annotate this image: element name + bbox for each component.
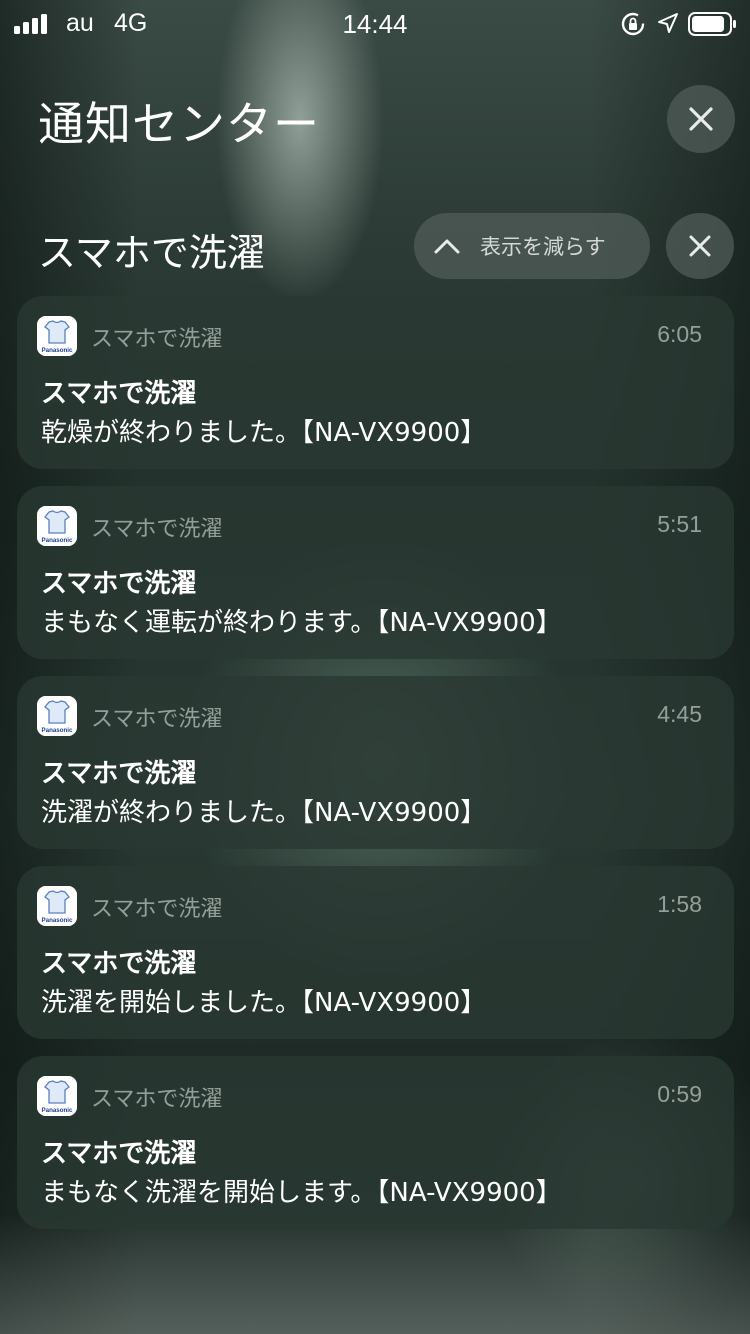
svg-text:Panasonic: Panasonic [42, 347, 74, 354]
app-name: スマホで洗濯 [91, 707, 223, 732]
notification-body: 洗濯が終わりました。【NA-VX9900】 [41, 798, 487, 828]
notification-body: 乾燥が終わりました。【NA-VX9900】 [41, 418, 487, 448]
chevron-up-icon [434, 239, 460, 254]
svg-text:Panasonic: Panasonic [42, 727, 74, 734]
notification-time: 5:51 [657, 511, 702, 537]
notification-time: 1:58 [657, 891, 702, 917]
orientation-lock-icon [621, 12, 645, 36]
notification-center-title: 通知センター [38, 97, 320, 151]
notification-card[interactable]: Panasonic スマホで洗濯 5:51 スマホで洗濯 まもなく運転が終わりま… [17, 486, 734, 659]
notification-title: スマホで洗濯 [41, 759, 197, 789]
notification-title: スマホで洗濯 [41, 569, 197, 599]
panasonic-app-icon: Panasonic [37, 506, 77, 546]
location-arrow-icon [658, 13, 678, 33]
notification-title: スマホで洗濯 [41, 949, 197, 979]
app-name: スマホで洗濯 [91, 327, 223, 352]
close-icon [689, 235, 711, 257]
group-title: スマホで洗濯 [38, 231, 265, 275]
notification-time: 0:59 [657, 1081, 702, 1107]
show-less-button[interactable]: 表示を減らす [414, 213, 650, 279]
panasonic-app-icon: Panasonic [37, 696, 77, 736]
group-clear-button[interactable] [666, 213, 734, 279]
svg-text:Panasonic: Panasonic [42, 1107, 74, 1114]
app-name: スマホで洗濯 [91, 517, 223, 542]
notification-card[interactable]: Panasonic スマホで洗濯 4:45 スマホで洗濯 洗濯が終わりました。【… [17, 676, 734, 849]
app-name: スマホで洗濯 [91, 1087, 223, 1112]
notification-card[interactable]: Panasonic スマホで洗濯 0:59 スマホで洗濯 まもなく洗濯を開始しま… [17, 1056, 734, 1229]
notification-title: スマホで洗濯 [41, 379, 197, 409]
notification-body: 洗濯を開始しました。【NA-VX9900】 [41, 988, 487, 1018]
notification-time: 4:45 [657, 701, 702, 727]
show-less-label: 表示を減らす [480, 235, 606, 259]
status-bar: au 4G 14:44 [0, 0, 750, 48]
svg-text:Panasonic: Panasonic [42, 917, 74, 924]
notification-body: まもなく洗濯を開始します。【NA-VX9900】 [41, 1178, 562, 1208]
notification-card[interactable]: Panasonic スマホで洗濯 6:05 スマホで洗濯 乾燥が終わりました。【… [17, 296, 734, 469]
panasonic-app-icon: Panasonic [37, 886, 77, 926]
svg-text:Panasonic: Panasonic [42, 537, 74, 544]
app-name: スマホで洗濯 [91, 897, 223, 922]
clear-all-button[interactable] [667, 85, 735, 153]
notification-time: 6:05 [657, 321, 702, 347]
notification-card[interactable]: Panasonic スマホで洗濯 1:58 スマホで洗濯 洗濯を開始しました。【… [17, 866, 734, 1039]
close-icon [689, 107, 713, 131]
notification-title: スマホで洗濯 [41, 1139, 197, 1169]
notification-body: まもなく運転が終わります。【NA-VX9900】 [41, 608, 562, 638]
panasonic-app-icon: Panasonic [37, 1076, 77, 1116]
battery-icon [688, 12, 736, 36]
panasonic-app-icon: Panasonic [37, 316, 77, 356]
